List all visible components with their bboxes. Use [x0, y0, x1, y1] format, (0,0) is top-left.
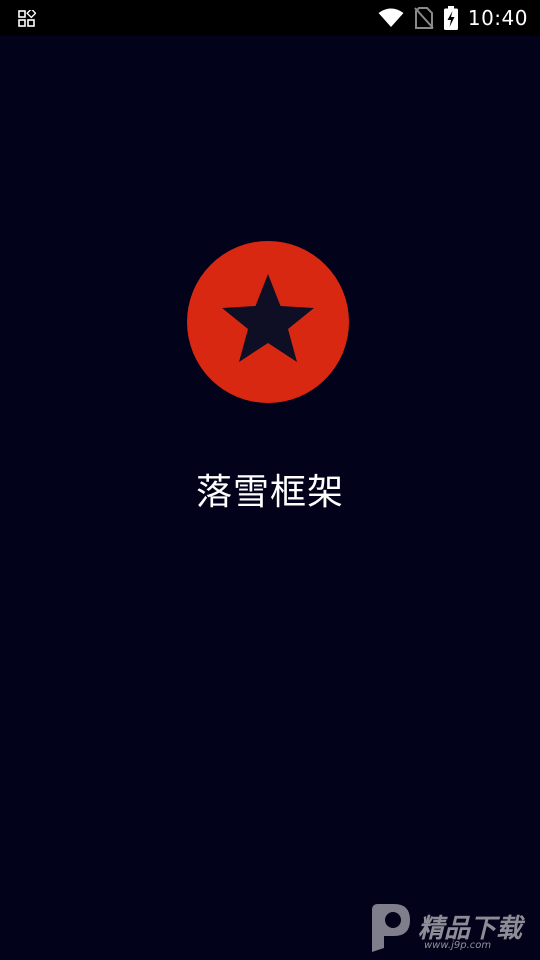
battery-charging-icon: [443, 6, 458, 30]
red-star-circle-icon: [186, 240, 350, 404]
watermark: 精品下载 www.j9p.com: [364, 900, 534, 956]
watermark-logo-icon: [364, 900, 416, 956]
status-icons: 10:40: [378, 0, 528, 36]
status-time: 10:40: [467, 6, 528, 30]
splash-screen: 10:40 落雪框架 精品下载 www.j9p.com: [0, 0, 540, 960]
wifi-icon: [378, 8, 404, 28]
watermark-url: www.j9p.com: [424, 940, 492, 951]
no-sim-icon: [414, 7, 434, 29]
app-name: 落雪框架: [195, 472, 344, 513]
status-bar: 10:40: [0, 0, 540, 36]
grid-notification-icon: [18, 10, 36, 28]
